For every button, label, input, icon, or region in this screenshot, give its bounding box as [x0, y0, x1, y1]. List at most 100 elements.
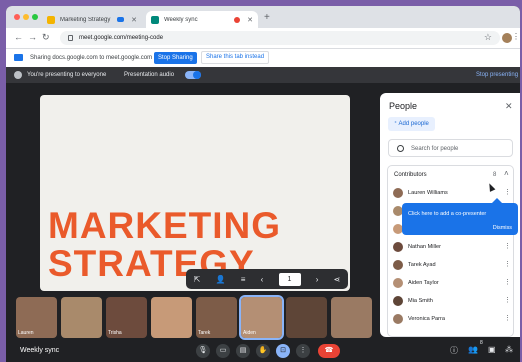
participant-name: Tarek — [198, 330, 211, 336]
meeting-name: Weekly sync — [20, 347, 60, 354]
avatar — [393, 278, 403, 288]
participant-tiles: Lauren Trisha Tarek Aiden — [16, 295, 376, 340]
leave-call-icon[interactable]: ☎ — [318, 344, 340, 358]
tab-weekly-sync[interactable]: Weekly sync ✕ — [146, 11, 258, 28]
avatar — [393, 260, 403, 270]
recording-dot-icon — [234, 16, 241, 23]
person-name: Aiden Taylor — [408, 280, 439, 286]
more-options-icon[interactable]: ⋮ — [296, 344, 310, 358]
presentation-audio-label: Presentation audio — [124, 72, 175, 78]
camera-icon[interactable]: ▭ — [216, 344, 230, 358]
person-name: Nathan Miller — [408, 244, 441, 250]
chat-icon[interactable]: ▣ — [488, 345, 496, 354]
slides-favicon-icon — [47, 15, 55, 24]
person-name: Mia Smith — [408, 298, 433, 304]
close-tab-icon[interactable]: ✕ — [247, 16, 253, 24]
next-slide-icon[interactable]: › — [316, 275, 319, 284]
tooltip-text: Click here to add a co-presenter — [408, 211, 487, 217]
minimize-window-icon[interactable] — [23, 14, 29, 20]
present-now-icon[interactable]: ⊡ — [276, 344, 290, 358]
speaker-notes-icon[interactable]: ≡ — [241, 275, 246, 284]
participant-tile[interactable]: Trisha — [106, 297, 147, 338]
tab-strip: Marketing Strategy ✕ Weekly sync ✕ + — [6, 6, 520, 28]
share-icon[interactable]: ⋖ — [334, 275, 341, 284]
address-bar[interactable]: meet.google.com/meeting-code ☆ — [60, 31, 500, 45]
search-people-input[interactable]: Search for people — [388, 139, 513, 157]
close-window-icon[interactable] — [14, 14, 20, 20]
stop-sharing-button[interactable]: Stop Sharing — [154, 52, 197, 64]
reload-icon[interactable]: ↻ — [42, 32, 50, 43]
activities-icon[interactable]: ⁂ — [505, 345, 513, 354]
contributors-section: Contributors 8 ˄ Lauren Williams ⋮ Natha… — [387, 165, 514, 337]
avatar — [393, 242, 403, 252]
bookmark-star-icon[interactable]: ☆ — [484, 32, 492, 43]
tab-title: Weekly sync — [164, 16, 198, 23]
close-panel-icon[interactable]: ✕ — [505, 101, 513, 112]
profile-avatar[interactable] — [502, 33, 512, 43]
person-name: Veronica Parra — [408, 316, 446, 322]
participant-tile[interactable] — [286, 297, 327, 338]
more-options-icon[interactable]: ⋮ — [504, 314, 511, 322]
avatar — [393, 314, 403, 324]
person-row[interactable]: Aiden Taylor ⋮ — [393, 276, 513, 290]
browser-menu-icon[interactable]: ⋮ — [512, 32, 520, 41]
microphone-icon[interactable]: 🎙 — [196, 344, 210, 358]
person-row[interactable]: Nathan Miller ⋮ — [393, 240, 513, 254]
people-count-badge: 8 — [480, 340, 483, 346]
maximize-window-icon[interactable] — [32, 14, 38, 20]
tab-marketing-strategy[interactable]: Marketing Strategy ✕ — [42, 11, 142, 28]
new-tab-button[interactable]: + — [264, 12, 270, 23]
more-options-icon[interactable]: ⋮ — [504, 260, 511, 268]
presentation-slide: MARKETING STRATEGY — [40, 95, 350, 291]
meeting-controls: Weekly sync 🎙 ▭ ▤ ✋ ⊡ ⋮ ☎ ⓘ 👥 8 ▣ ⁂ — [6, 340, 520, 362]
browser-toolbar: ← → ↻ meet.google.com/meeting-code ☆ ⋮ — [6, 28, 520, 48]
forward-icon[interactable]: → — [28, 32, 37, 42]
panel-title: People — [389, 101, 418, 111]
presentation-audio-toggle[interactable] — [185, 71, 201, 79]
contributors-count: 8 — [493, 172, 497, 178]
co-presenter-tooltip: Click here to add a co-presenter Dismiss — [402, 198, 518, 235]
more-options-icon[interactable]: ⋮ — [504, 188, 511, 196]
participant-tile[interactable] — [61, 297, 102, 338]
meet-favicon-icon — [151, 15, 159, 24]
screen-share-icon — [14, 54, 23, 61]
participant-tile[interactable]: Tarek — [196, 297, 237, 338]
person-row[interactable]: Mia Smith ⋮ — [393, 294, 513, 308]
browser-window: Marketing Strategy ✕ Weekly sync ✕ + ← →… — [6, 6, 520, 362]
participant-tile-speaking[interactable]: Aiden — [239, 295, 284, 340]
search-icon — [397, 145, 404, 152]
more-options-icon[interactable]: ⋮ — [504, 242, 511, 250]
participant-name: Trisha — [108, 330, 122, 336]
person-row[interactable]: Tarek Ayad ⋮ — [393, 258, 513, 272]
avatar — [393, 188, 403, 198]
dismiss-button[interactable]: Dismiss — [493, 225, 512, 231]
sharing-infobar: Sharing docs.google.com to meet.google.c… — [6, 48, 520, 67]
speaker-notes-people-icon[interactable]: 👤 — [216, 275, 226, 284]
close-tab-icon[interactable]: ✕ — [131, 16, 137, 24]
tab-title: Marketing Strategy — [60, 16, 111, 23]
captions-icon[interactable]: ▤ — [236, 344, 250, 358]
raise-hand-icon[interactable]: ✋ — [256, 344, 270, 358]
lock-icon — [68, 35, 73, 41]
person-row[interactable]: Veronica Parra ⋮ — [393, 312, 513, 326]
people-icon[interactable]: 👥 — [468, 345, 478, 354]
slide-page-number[interactable]: 1 — [278, 272, 301, 286]
stop-presenting-button[interactable]: Stop presenting — [476, 72, 518, 78]
add-people-button[interactable]: ⁺ Add people — [388, 117, 435, 131]
chevron-up-icon[interactable]: ˄ — [504, 169, 509, 178]
share-this-tab-button[interactable]: Share this tab instead — [201, 51, 270, 64]
presenting-bar: You're presenting to everyone Presentati… — [6, 67, 520, 83]
meeting-details-icon[interactable]: ⓘ — [450, 345, 458, 356]
sharing-tab-icon — [117, 17, 125, 22]
participant-tile[interactable]: Lauren — [16, 297, 57, 338]
back-icon[interactable]: ← — [14, 32, 23, 42]
open-slides-icon[interactable]: ⇱ — [194, 275, 201, 284]
more-options-icon[interactable]: ⋮ — [504, 296, 511, 304]
more-options-icon[interactable]: ⋮ — [504, 278, 511, 286]
participant-tile[interactable] — [331, 297, 372, 338]
slide-controls: ⇱ 👤 ≡ ‹ 1 › ⋖ — [186, 269, 348, 289]
participant-tile[interactable] — [151, 297, 192, 338]
presenter-avatar — [14, 71, 22, 79]
add-people-label: Add people — [398, 121, 429, 127]
previous-slide-icon[interactable]: ‹ — [261, 275, 264, 284]
